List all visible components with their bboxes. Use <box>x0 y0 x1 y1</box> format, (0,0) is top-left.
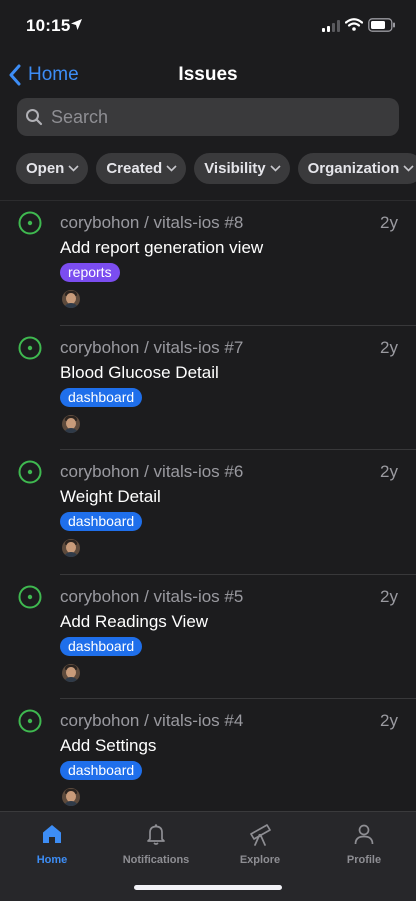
filter-organization[interactable]: Organization <box>297 153 416 184</box>
issue-age: 2y <box>380 711 398 730</box>
person-icon <box>354 824 374 845</box>
tab-notifications[interactable]: Notifications <box>104 820 208 866</box>
back-label: Home <box>28 64 79 85</box>
issue-open-icon <box>18 709 42 733</box>
avatar <box>62 414 80 433</box>
issue-label: dashboard <box>60 387 143 407</box>
filter-visibility[interactable]: Visibility <box>194 153 290 184</box>
issue-title: Blood Glucose Detail <box>60 362 219 382</box>
back-button[interactable]: Home <box>8 60 79 90</box>
avatar <box>62 290 80 308</box>
issue-title: Add Readings View <box>60 611 209 631</box>
issue-age: 2y <box>380 462 398 481</box>
chevron-left-icon <box>9 64 21 86</box>
issue-open-icon <box>18 336 42 359</box>
issue-open-icon <box>18 211 42 235</box>
issue-label: dashboard <box>60 761 143 780</box>
issue-row[interactable]: corybohon / vitals-ios #7 2y Blood Gluco… <box>0 326 416 450</box>
filter-created[interactable]: Created <box>96 153 187 184</box>
issues-list: corybohon / vitals-ios #8 2y Add report … <box>0 200 416 812</box>
filter-label: Organization <box>307 160 400 177</box>
chevron-down-icon <box>68 165 79 172</box>
issue-label: dashboard <box>60 512 143 531</box>
avatar <box>62 539 80 557</box>
issue-repo: corybohon / vitals-ios #6 <box>60 462 244 481</box>
issue-age: 2y <box>380 337 398 357</box>
issue-repo: corybohon / vitals-ios #7 <box>60 337 244 357</box>
issue-age: 2y <box>380 586 398 606</box>
issue-row[interactable]: corybohon / vitals-ios #8 2y Add report … <box>0 201 416 326</box>
filter-label: Created <box>106 160 163 177</box>
navigation-bar: Home Issues <box>0 56 416 94</box>
status-bar: 10:15 <box>0 0 416 50</box>
issue-title: Add Settings <box>60 736 157 755</box>
tab-label: Home <box>36 854 68 866</box>
issue-repo: corybohon / vitals-ios #4 <box>60 711 244 730</box>
tab-home[interactable]: Home <box>0 820 104 866</box>
location-arrow-icon <box>70 18 83 36</box>
search-icon <box>26 109 43 126</box>
battery-icon <box>368 18 396 37</box>
bell-icon <box>147 824 165 845</box>
issue-repo: corybohon / vitals-ios #5 <box>60 586 244 606</box>
chevron-down-icon <box>166 165 177 172</box>
issue-row[interactable]: corybohon / vitals-ios #6 2y Weight Deta… <box>0 450 416 575</box>
tab-label: Notifications <box>122 854 190 866</box>
issue-label: reports <box>60 263 120 282</box>
issue-row[interactable]: corybohon / vitals-ios #5 2y Add Reading… <box>0 575 416 699</box>
filter-bar: Open Created Visibility Organization <box>16 153 416 184</box>
issue-open-icon <box>18 460 42 484</box>
issue-age: 2y <box>380 213 398 232</box>
chevron-down-icon <box>403 165 414 172</box>
tab-profile[interactable]: Profile <box>312 820 416 866</box>
filter-open[interactable]: Open <box>16 153 89 184</box>
issue-repo: corybohon / vitals-ios #8 <box>60 213 244 232</box>
search-bar[interactable] <box>17 98 399 136</box>
issue-label: dashboard <box>60 636 143 656</box>
wifi-icon <box>344 18 364 36</box>
chevron-down-icon <box>270 165 281 172</box>
issue-title: Weight Detail <box>60 487 161 506</box>
search-input[interactable] <box>49 105 383 129</box>
home-indicator <box>134 885 282 890</box>
filter-label: Open <box>26 160 65 177</box>
issue-open-icon <box>18 585 42 608</box>
avatar <box>62 788 80 806</box>
home-icon <box>43 825 61 843</box>
tab-explore[interactable]: Explore <box>208 820 312 866</box>
issue-title: Add report generation view <box>60 238 264 257</box>
issue-row[interactable]: corybohon / vitals-ios #4 2y Add Setting… <box>0 699 416 812</box>
avatar <box>62 663 80 682</box>
cellular-signal-icon <box>322 19 340 37</box>
telescope-icon <box>250 824 271 846</box>
filter-label: Visibility <box>204 160 266 177</box>
tab-label: Profile <box>346 854 382 866</box>
tab-label: Explore <box>239 854 281 866</box>
status-time: 10:15 <box>26 16 71 35</box>
